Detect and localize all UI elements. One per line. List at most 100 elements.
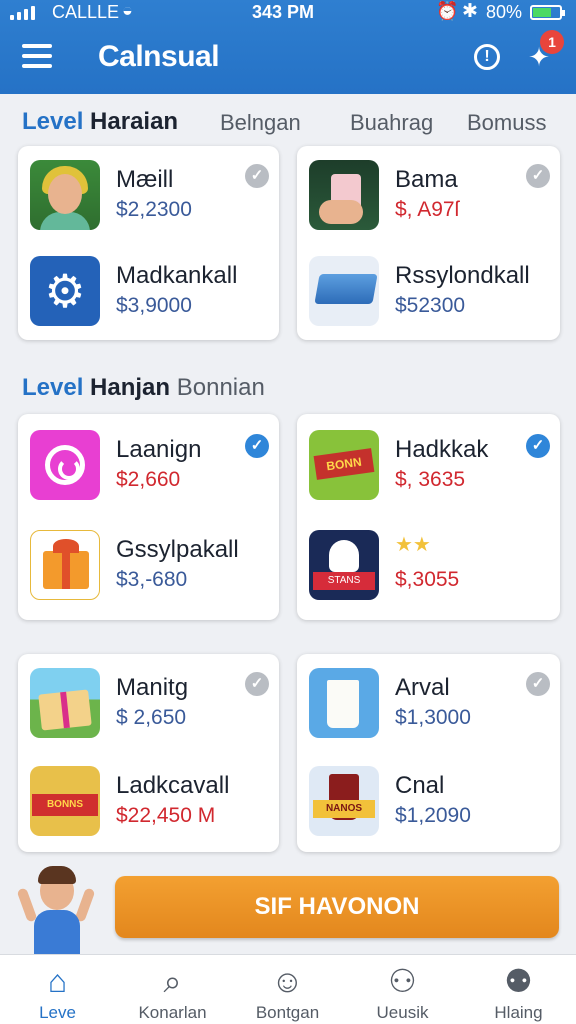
battery-icon <box>530 5 565 20</box>
item-title: Mæill <box>116 166 174 193</box>
thumb-banner: NANOS <box>313 800 375 818</box>
item-price: $1,3000 <box>395 706 471 729</box>
section-level-label: Level <box>22 374 84 401</box>
thumb-banner: BONN <box>313 448 375 480</box>
reward-card[interactable]: Arval $1,3000 ✓ NANOS Cnal $1,2090 <box>297 654 560 852</box>
stars-icon: ★★ <box>395 534 431 556</box>
item-title: Ladkcavall <box>116 772 230 799</box>
item-title: Laanign <box>116 436 202 463</box>
nav-item-hlaing[interactable]: ⚉ Hlaing <box>461 955 576 1024</box>
item-title: Rssylondkall <box>395 262 530 289</box>
nav-item-konarlan[interactable]: ⌕ Konarlan <box>115 955 230 1024</box>
item-title: Bama <box>395 166 458 193</box>
list-item[interactable]: Bama $, A97ſ <box>309 160 549 232</box>
app-header: CALLLE ◒ 343 PM ⏰ ✱ 80% Calnsual ! ✦ 1 <box>0 0 576 94</box>
item-price: $52300 <box>395 294 466 317</box>
tab-2[interactable]: Buahrag <box>350 110 433 136</box>
bluetooth-icon: ✱ <box>462 1 478 22</box>
list-item[interactable]: STANS ★★ $,3055 <box>309 530 549 602</box>
cup-thumb-icon: NANOS <box>309 766 379 836</box>
village-thumb-icon <box>30 668 100 738</box>
reward-card[interactable]: Manitg $ 2,650 ✓ BONNS Ladkcavall $22,45… <box>18 654 279 852</box>
tab-3[interactable]: Bomuss <box>467 110 546 136</box>
nav-label: Leve <box>39 1003 76 1022</box>
gear-thumb-icon: ⚙ <box>30 256 100 326</box>
item-price: $, A97ſ <box>395 198 460 221</box>
item-title: Arval <box>395 674 450 701</box>
item-price: $3,-680 <box>116 568 188 591</box>
nav-item-ueusik[interactable]: ⚇ Ueusik <box>345 955 460 1024</box>
carrier-name: CALLLE <box>52 2 120 22</box>
signal-icon <box>10 4 35 20</box>
item-title: Gssylpakall <box>116 536 239 563</box>
section-subtitle: Bonnian <box>176 374 265 401</box>
list-item[interactable]: BONN Hadkkak $, 3635 <box>309 430 549 502</box>
reward-card[interactable]: BONN Hadkkak $, 3635 ✓ STANS ★★ $,3055 <box>297 414 560 620</box>
battery-percent: 80% <box>486 2 523 22</box>
check-icon[interactable]: ✓ <box>526 672 550 696</box>
check-icon[interactable]: ✓ <box>245 672 269 696</box>
item-price: $3,9000 <box>116 294 192 317</box>
night-thumb-icon: STANS <box>309 530 379 600</box>
section-name: Haraian <box>90 108 179 135</box>
profile-icon: ⚉ <box>504 963 533 999</box>
notification-badge: 1 <box>540 30 564 54</box>
list-item[interactable]: NANOS Cnal $1,2090 <box>309 766 549 838</box>
list-item[interactable]: Rssylondkall $52300 <box>309 256 549 328</box>
tab-1[interactable]: Belngan <box>220 110 301 136</box>
bonus-thumb-icon: BONN <box>309 430 379 500</box>
item-price: $, 3635 <box>395 468 466 491</box>
item-title: Madkankall <box>116 262 238 289</box>
item-price: $22,450 M <box>116 804 216 827</box>
box-thumb-icon <box>309 256 379 326</box>
item-title: Manitg <box>116 674 189 701</box>
milk-thumb-icon <box>309 668 379 738</box>
section-name: Hanjan <box>90 374 171 401</box>
wifi-icon: ◒ <box>122 0 133 20</box>
thumb-banner: BONNS <box>32 794 98 816</box>
nav-label: Konarlan <box>138 1003 207 1022</box>
gift-thumb-icon <box>30 530 100 600</box>
reward-card[interactable]: Mæill $2,2300 ✓ ⚙ Madkankall $3,9000 <box>18 146 279 340</box>
list-item[interactable]: Gssylpakall $3,-680 <box>30 530 270 602</box>
list-item[interactable]: Laanign $2,660 <box>30 430 270 502</box>
check-icon[interactable]: ✓ <box>245 434 269 458</box>
section-header-2: Level Hanjan Bonnian <box>22 374 265 402</box>
cta-button[interactable]: SIF HAVONON <box>115 876 559 938</box>
status-bar: CALLLE ◒ 343 PM ⏰ ✱ 80% <box>0 0 576 26</box>
app-title: Calnsual <box>98 40 220 73</box>
alert-icon[interactable]: ! <box>472 42 502 72</box>
bottom-nav: ⌂ Leve ⌕ Konarlan ☺ Bontgan ⚇ Ueusik ⚉ H… <box>0 954 576 1024</box>
check-icon[interactable]: ✓ <box>526 164 550 188</box>
section-level-label: Level <box>22 108 84 135</box>
item-price: $2,660 <box>116 468 181 491</box>
status-time: 343 PM <box>252 2 315 22</box>
check-icon[interactable]: ✓ <box>245 164 269 188</box>
mascot-avatar <box>16 866 96 954</box>
list-item[interactable]: BONNS Ladkcavall $22,450 M <box>30 766 270 838</box>
item-price: $ 2,650 <box>116 706 187 729</box>
nav-item-bontgan[interactable]: ☺ Bontgan <box>230 955 345 1024</box>
nav-item-leve[interactable]: ⌂ Leve <box>0 955 115 1024</box>
section-header-1: Level Haraian <box>22 108 178 136</box>
list-item[interactable]: ⚙ Madkankall $3,9000 <box>30 256 270 328</box>
reward-card[interactable]: Laanign $2,660 ✓ Gssylpakall $3,-680 <box>18 414 279 620</box>
item-price: $2,2300 <box>116 198 192 221</box>
nav-label: Bontgan <box>255 1003 320 1022</box>
menu-icon[interactable] <box>22 44 52 68</box>
list-item[interactable]: Arval $1,3000 <box>309 668 549 740</box>
list-item[interactable]: Manitg $ 2,650 <box>30 668 270 740</box>
search-icon: ⌕ <box>163 963 182 999</box>
reward-card[interactable]: Bama $, A97ſ ✓ Rssylondkall $52300 <box>297 146 560 340</box>
person-circle-icon: ☺ <box>271 963 304 999</box>
users-icon: ⚇ <box>388 963 417 999</box>
check-icon[interactable]: ✓ <box>526 434 550 458</box>
item-price: $,3055 <box>395 568 460 591</box>
thumb-banner: STANS <box>313 572 375 590</box>
list-item[interactable]: Mæill $2,2300 <box>30 160 270 232</box>
circle-thumb-icon <box>30 430 100 500</box>
alarm-icon: ⏰ <box>436 1 459 21</box>
nav-label: Ueusik <box>376 1003 429 1022</box>
item-title: Hadkkak <box>395 436 489 463</box>
nav-label: Hlaing <box>494 1003 543 1022</box>
